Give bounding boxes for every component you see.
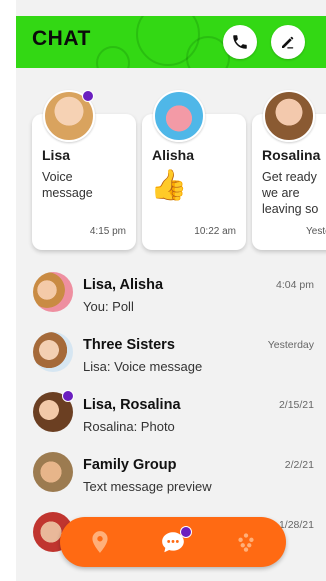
conversation-name: Three Sisters bbox=[83, 337, 175, 353]
card-name: Alisha bbox=[152, 147, 195, 163]
avatar bbox=[33, 332, 73, 372]
card-name: Rosalina bbox=[262, 147, 321, 163]
conversation-preview: You: Poll bbox=[83, 299, 134, 314]
card-time: 10:22 am bbox=[194, 226, 236, 237]
conversation-time: 2/2/21 bbox=[284, 459, 314, 471]
compose-button[interactable] bbox=[271, 25, 305, 59]
list-item[interactable]: Family Group Text message preview 2/2/21 bbox=[16, 448, 326, 508]
avatar bbox=[33, 272, 73, 312]
conversation-preview: Text message preview bbox=[83, 479, 212, 494]
location-button[interactable] bbox=[86, 528, 114, 556]
card-time: Yesterd bbox=[306, 226, 326, 237]
conversation-time: Yesterday bbox=[267, 339, 314, 351]
avatar bbox=[33, 452, 73, 492]
conversation-time: 4:04 pm bbox=[276, 279, 314, 291]
header-doodle bbox=[96, 46, 130, 68]
list-item[interactable]: Lisa, Rosalina Rosalina: Photo 2/15/21 bbox=[16, 388, 326, 448]
conversation-preview: Lisa: Voice message bbox=[83, 359, 203, 374]
apps-button[interactable] bbox=[232, 528, 260, 556]
card-name: Lisa bbox=[42, 147, 71, 163]
online-badge bbox=[82, 90, 94, 102]
header-bar: CHAT bbox=[16, 16, 326, 68]
apps-icon bbox=[238, 533, 254, 552]
list-item[interactable]: Lisa, Alisha You: Poll 4:04 pm bbox=[16, 268, 326, 328]
pencil-icon bbox=[282, 36, 294, 49]
conversation-time: 1/28/21 bbox=[278, 519, 314, 531]
page-title: CHAT bbox=[32, 27, 91, 50]
card-time: 4:15 pm bbox=[89, 226, 126, 237]
card-message: Voice message bbox=[42, 170, 93, 200]
conversation-name: Lisa, Rosalina bbox=[83, 397, 181, 413]
avatar bbox=[153, 90, 205, 142]
conversation-name: Lisa, Alisha bbox=[83, 277, 164, 293]
location-icon bbox=[92, 531, 108, 553]
notification-badge bbox=[180, 526, 192, 538]
recent-cards-carousel[interactable]: Lisa Voice message 4:15 pm Alisha 👍 10:2… bbox=[16, 70, 326, 260]
phone-icon bbox=[233, 35, 247, 49]
conversation-preview: Rosalina: Photo bbox=[83, 419, 175, 434]
bottom-nav bbox=[60, 517, 286, 567]
call-button[interactable] bbox=[223, 25, 257, 59]
conversation-time: 2/15/21 bbox=[278, 399, 314, 411]
card-message: Get ready we are leaving so bbox=[262, 170, 319, 216]
avatar bbox=[263, 90, 315, 142]
chat-screen: CHAT Lisa Voice message 4:15 pm Alisha 👍… bbox=[16, 0, 326, 581]
thumbs-up-sticker: 👍 bbox=[150, 169, 188, 202]
online-badge bbox=[62, 390, 74, 402]
list-item[interactable]: Three Sisters Lisa: Voice message Yester… bbox=[16, 328, 326, 388]
conversation-name: Family Group bbox=[83, 457, 177, 473]
